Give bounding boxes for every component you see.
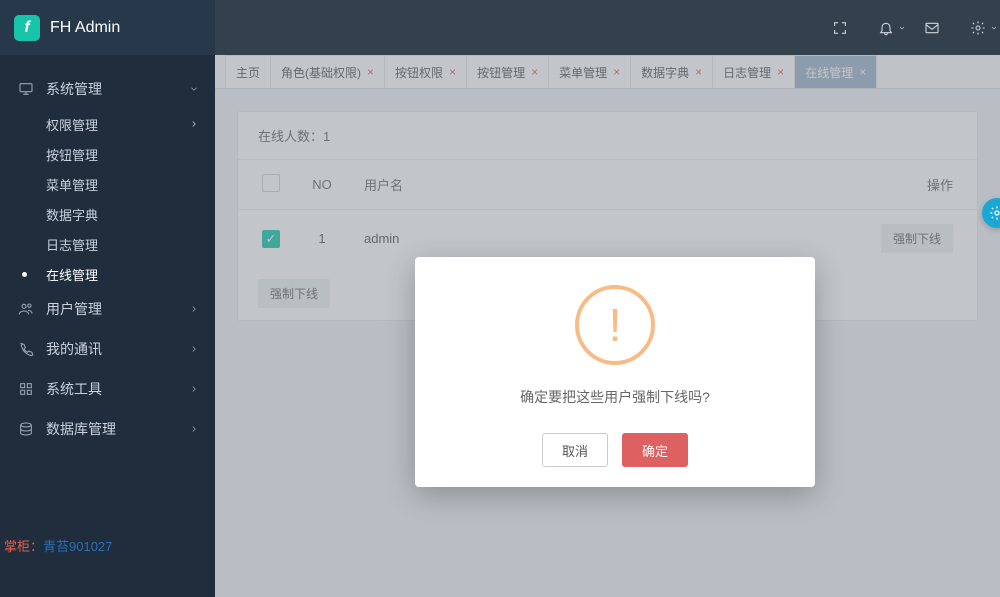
sidebar-menu: 系统管理 权限管理 按钮管理 菜单管理 数据字典 日志管理 在线管理 用户管理 … — [0, 55, 215, 597]
gear-icon — [989, 205, 1000, 221]
sidebar-subitem-online[interactable]: 在线管理 — [30, 259, 215, 289]
modal-actions: 取消 确定 — [435, 433, 795, 467]
sidebar-item-label: 我的通讯 — [46, 339, 102, 359]
phone-icon — [16, 341, 36, 357]
fullscreen-icon — [832, 20, 848, 36]
database-icon — [16, 421, 36, 437]
sidebar-item-contacts[interactable]: 我的通讯 — [0, 329, 215, 369]
sidebar-item-system[interactable]: 系统管理 — [0, 69, 215, 109]
footer-label: 掌柜： — [4, 539, 43, 554]
sidebar-subitem-label: 权限管理 — [46, 115, 98, 134]
chevron-right-icon — [189, 424, 199, 434]
sidebar-item-tools[interactable]: 系统工具 — [0, 369, 215, 409]
sidebar-footer: 掌柜：青苔901027 — [0, 536, 116, 555]
mail-icon — [924, 20, 940, 36]
chevron-right-icon — [189, 119, 199, 129]
sidebar: f FH Admin 系统管理 权限管理 按钮管理 菜单管理 数据字典 日志管理… — [0, 0, 215, 597]
sidebar-item-database[interactable]: 数据库管理 — [0, 409, 215, 449]
chevron-down-icon — [898, 24, 906, 32]
footer-value: 青苔901027 — [43, 539, 112, 554]
notifications-button[interactable] — [876, 18, 896, 38]
confirm-modal: ! 确定要把这些用户强制下线吗? 取消 确定 — [415, 257, 815, 487]
sidebar-item-label: 用户管理 — [46, 299, 102, 319]
bell-icon — [878, 20, 894, 36]
modal-message: 确定要把这些用户强制下线吗? — [435, 387, 795, 407]
sidebar-subitem-button[interactable]: 按钮管理 — [30, 139, 215, 169]
sidebar-subitem-label: 菜单管理 — [46, 175, 98, 194]
sidebar-subitem-log[interactable]: 日志管理 — [30, 229, 215, 259]
chevron-right-icon — [189, 344, 199, 354]
sidebar-subitem-label: 在线管理 — [46, 265, 98, 284]
chevron-down-icon — [990, 24, 998, 32]
sidebar-subitem-dict[interactable]: 数据字典 — [30, 199, 215, 229]
brand-logo: f — [14, 15, 40, 41]
warning-icon: ! — [575, 285, 655, 365]
users-icon — [16, 301, 36, 317]
sidebar-toggle-button[interactable] — [180, 0, 215, 55]
sidebar-subitem-label: 数据字典 — [46, 205, 98, 224]
sidebar-item-users[interactable]: 用户管理 — [0, 289, 215, 329]
cancel-button[interactable]: 取消 — [542, 433, 608, 467]
ok-button[interactable]: 确定 — [622, 433, 688, 467]
sidebar-item-label: 数据库管理 — [46, 419, 116, 439]
sidebar-subitem-permission[interactable]: 权限管理 — [30, 109, 215, 139]
sidebar-subitem-label: 日志管理 — [46, 235, 98, 254]
sidebar-item-label: 系统管理 — [46, 79, 102, 99]
grid-icon — [16, 381, 36, 397]
monitor-icon — [16, 81, 36, 97]
settings-button[interactable] — [968, 18, 988, 38]
header — [215, 0, 1000, 55]
fullscreen-button[interactable] — [830, 18, 850, 38]
sidebar-subitem-menu[interactable]: 菜单管理 — [30, 169, 215, 199]
brand-title: FH Admin — [50, 19, 120, 37]
mail-button[interactable] — [922, 18, 942, 38]
sidebar-submenu-system: 权限管理 按钮管理 菜单管理 数据字典 日志管理 在线管理 — [0, 109, 215, 289]
chevron-right-icon — [189, 304, 199, 314]
chevron-down-icon — [189, 84, 199, 94]
sidebar-subitem-label: 按钮管理 — [46, 145, 98, 164]
sidebar-item-label: 系统工具 — [46, 379, 102, 399]
gear-icon — [970, 20, 986, 36]
chevron-right-icon — [189, 384, 199, 394]
menu-icon — [190, 20, 206, 36]
